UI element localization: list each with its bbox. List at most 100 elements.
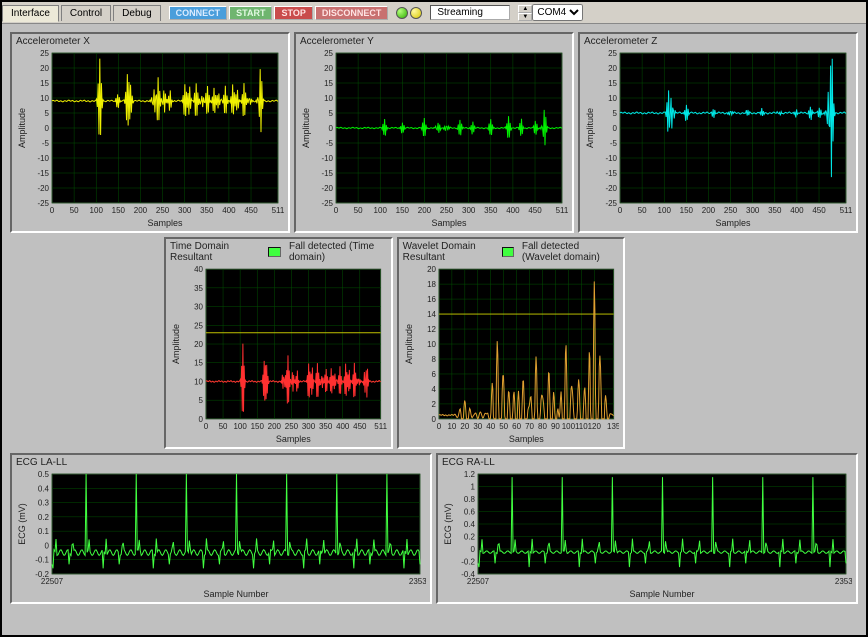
svg-text:400: 400 [506, 206, 520, 215]
svg-text:6: 6 [431, 370, 436, 379]
svg-text:0: 0 [436, 422, 441, 431]
svg-text:0: 0 [199, 415, 204, 424]
svg-text:23530: 23530 [409, 577, 426, 586]
svg-text:Amplitude: Amplitude [404, 324, 414, 364]
svg-text:50: 50 [638, 206, 647, 215]
svg-text:50: 50 [499, 422, 508, 431]
svg-text:15: 15 [40, 79, 49, 88]
svg-text:25: 25 [194, 321, 203, 330]
svg-text:0: 0 [613, 124, 618, 133]
panel-time-resultant: Time Domain Resultant Fall detected (Tim… [164, 237, 393, 449]
svg-text:0: 0 [334, 206, 339, 215]
title-ecg-ra-ll: ECG RA-LL [442, 457, 495, 468]
svg-text:4: 4 [431, 385, 436, 394]
svg-text:250: 250 [285, 422, 299, 431]
svg-text:511: 511 [374, 422, 386, 431]
svg-text:20: 20 [608, 64, 617, 73]
svg-text:350: 350 [768, 206, 782, 215]
svg-text:5: 5 [199, 396, 204, 405]
svg-text:120: 120 [587, 422, 601, 431]
svg-text:150: 150 [396, 206, 410, 215]
legend-time: Fall detected (Time domain) [289, 241, 387, 263]
svg-text:100: 100 [561, 422, 575, 431]
svg-text:-20: -20 [605, 184, 617, 193]
tab-interface[interactable]: Interface [2, 5, 59, 22]
svg-text:0.4: 0.4 [38, 484, 50, 493]
svg-text:0: 0 [45, 124, 50, 133]
svg-text:-10: -10 [321, 154, 333, 163]
svg-text:60: 60 [512, 422, 521, 431]
svg-text:1: 1 [471, 483, 476, 492]
svg-text:200: 200 [134, 206, 148, 215]
svg-text:200: 200 [268, 422, 282, 431]
svg-text:-0.4: -0.4 [461, 570, 475, 579]
svg-text:10: 10 [447, 422, 456, 431]
plot-ecg-ra-ll: 2250723530-0.4-0.200.20.40.60.811.2Sampl… [442, 470, 852, 600]
svg-text:250: 250 [156, 206, 170, 215]
svg-text:-5: -5 [326, 139, 334, 148]
stop-button[interactable]: STOP [274, 6, 312, 20]
port-select[interactable]: COM4 [532, 4, 583, 21]
disconnect-button[interactable]: DISCONNECT [315, 6, 389, 20]
svg-text:450: 450 [812, 206, 826, 215]
plot-accel-x: 050100150200250300350400450511-25-20-15-… [16, 49, 284, 229]
svg-text:250: 250 [440, 206, 454, 215]
svg-text:-25: -25 [605, 199, 617, 208]
panel-ecg-la-ll: ECG LA-LL 2250723530-0.2-0.100.10.20.30.… [10, 453, 432, 604]
tab-control[interactable]: Control [61, 5, 111, 21]
plot-accel-z: 050100150200250300350400450511-25-20-15-… [584, 49, 852, 229]
status-text: Streaming [430, 5, 510, 20]
led-green [396, 7, 408, 19]
tab-debug[interactable]: Debug [113, 5, 160, 21]
svg-text:Samples: Samples [509, 434, 544, 444]
panel-ecg-ra-ll: ECG RA-LL 2250723530-0.4-0.200.20.40.60.… [436, 453, 858, 604]
svg-text:40: 40 [194, 265, 203, 274]
svg-text:350: 350 [484, 206, 498, 215]
svg-text:0: 0 [329, 124, 334, 133]
plot-ecg-la-ll: 2250723530-0.2-0.100.10.20.30.40.5Sample… [16, 470, 426, 600]
svg-text:10: 10 [194, 377, 203, 386]
svg-text:25: 25 [324, 49, 333, 58]
svg-text:0.2: 0.2 [38, 513, 50, 522]
svg-text:5: 5 [613, 109, 618, 118]
svg-text:Amplitude: Amplitude [171, 324, 181, 364]
svg-text:400: 400 [222, 206, 236, 215]
svg-text:200: 200 [702, 206, 716, 215]
svg-text:-5: -5 [42, 139, 50, 148]
svg-text:450: 450 [244, 206, 258, 215]
svg-text:511: 511 [840, 206, 852, 215]
svg-text:25: 25 [40, 49, 49, 58]
svg-text:350: 350 [200, 206, 214, 215]
svg-text:100: 100 [90, 206, 104, 215]
svg-text:Amplitude: Amplitude [585, 108, 595, 148]
svg-text:-25: -25 [321, 199, 333, 208]
svg-text:0.2: 0.2 [464, 533, 476, 542]
legend-swatch-wavelet [502, 247, 514, 257]
svg-text:100: 100 [658, 206, 672, 215]
port-spinner[interactable]: ▲▼ [518, 5, 532, 21]
svg-text:20: 20 [194, 340, 203, 349]
connect-button[interactable]: CONNECT [169, 6, 228, 20]
svg-text:30: 30 [473, 422, 482, 431]
title-accel-z: Accelerometer Z [584, 36, 657, 47]
legend-wavelet: Fall detected (Wavelet domain) [522, 241, 619, 263]
svg-text:400: 400 [790, 206, 804, 215]
svg-text:35: 35 [194, 284, 203, 293]
toolbar: Interface Control Debug CONNECT START ST… [2, 2, 866, 24]
svg-text:-5: -5 [610, 139, 618, 148]
svg-text:10: 10 [608, 94, 617, 103]
svg-text:0: 0 [204, 422, 209, 431]
svg-text:10: 10 [427, 340, 436, 349]
svg-text:-25: -25 [37, 199, 49, 208]
svg-text:-10: -10 [605, 154, 617, 163]
svg-text:50: 50 [354, 206, 363, 215]
svg-text:8: 8 [431, 355, 436, 364]
svg-text:300: 300 [462, 206, 476, 215]
svg-text:400: 400 [336, 422, 350, 431]
svg-text:30: 30 [194, 303, 203, 312]
svg-text:Amplitude: Amplitude [301, 108, 311, 148]
svg-text:350: 350 [319, 422, 333, 431]
svg-text:150: 150 [112, 206, 126, 215]
start-button[interactable]: START [229, 6, 272, 20]
panel-wavelet-resultant: Wavelet Domain Resultant Fall detected (… [397, 237, 626, 449]
